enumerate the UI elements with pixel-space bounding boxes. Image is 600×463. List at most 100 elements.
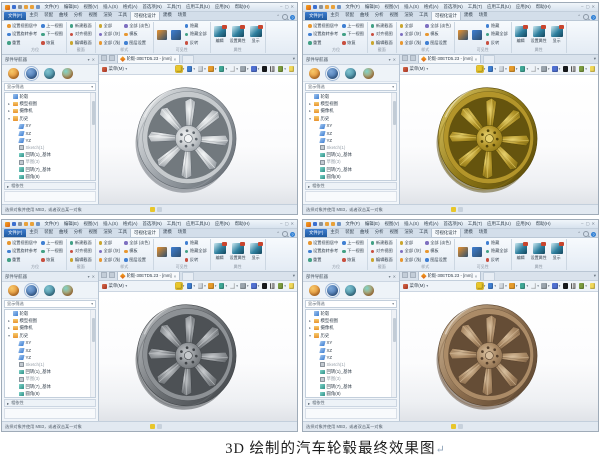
hide-icon[interactable] xyxy=(170,29,181,40)
ribbon-tab[interactable]: 建模 xyxy=(461,229,476,236)
tree-item[interactable]: XY xyxy=(306,122,396,129)
print-icon[interactable] xyxy=(319,222,323,226)
ribbon-tab[interactable]: 主页 xyxy=(26,229,41,236)
expander-icon[interactable]: ▾ xyxy=(7,117,11,121)
dependencies-section[interactable]: ▸ 相依性 xyxy=(4,182,96,190)
minimize-button[interactable]: ‒ xyxy=(280,3,282,11)
background-black-icon[interactable] xyxy=(562,66,569,72)
ribbon-button[interactable]: 隐藏全部 xyxy=(485,248,508,254)
expander-icon[interactable]: ▸ xyxy=(7,109,11,113)
ribbon-button[interactable]: 设置视图居中 xyxy=(7,240,37,246)
file-tab[interactable]: 文件(F) xyxy=(305,12,328,20)
help-icon[interactable]: ? xyxy=(591,14,596,20)
layout-icon[interactable]: ▾ xyxy=(530,66,539,72)
wheel-svg[interactable] xyxy=(424,293,555,418)
ribbon-tab[interactable]: 可视化设计 xyxy=(129,12,160,20)
ribbon-button[interactable]: 全部 (灰) xyxy=(399,248,421,254)
ribbon-big-button[interactable]: 编辑 xyxy=(514,24,528,44)
ribbon-button[interactable]: 上一视图 xyxy=(41,240,63,246)
print-icon[interactable] xyxy=(18,5,22,9)
document-tab[interactable]: 轮毂-30ETD5.23 - [mm] × xyxy=(117,271,181,280)
tree-item[interactable]: YZ xyxy=(306,137,396,144)
ribbon-button[interactable]: 设置旋转参考 xyxy=(7,31,37,37)
redo-icon[interactable] xyxy=(331,5,335,9)
tab-scroll-right-icon[interactable] xyxy=(109,55,115,61)
file-tab[interactable]: 文件(F) xyxy=(4,12,27,20)
ribbon-big-button[interactable]: 显示 xyxy=(550,241,564,261)
tree-item[interactable]: ▾ 历史 xyxy=(306,115,396,122)
ribbon-button[interactable]: 对齐视图 xyxy=(69,248,92,254)
tree-item[interactable]: 轮毂 xyxy=(306,93,396,100)
history-browser-icon[interactable] xyxy=(309,67,320,79)
tree-item[interactable]: XY xyxy=(5,122,95,129)
tree-item[interactable]: 回转(1)_基体 xyxy=(5,368,95,375)
ribbon-button[interactable]: 新建截面 xyxy=(370,23,393,29)
menu-item[interactable]: 格式(A) xyxy=(424,3,439,11)
ribbon-big-button[interactable]: 显示 xyxy=(550,24,564,44)
tab-scroll-right-icon[interactable] xyxy=(109,272,115,278)
ribbon-button[interactable]: 下一视图 xyxy=(41,248,63,254)
orient-view-icon[interactable]: ▾ xyxy=(186,283,195,289)
undo-icon[interactable] xyxy=(325,222,329,226)
print-icon[interactable] xyxy=(319,5,323,9)
tree-item[interactable]: YZ xyxy=(5,354,95,361)
ribbon-button[interactable]: 新建截面 xyxy=(69,240,92,246)
maximize-button[interactable]: ▢ xyxy=(285,3,289,11)
tree-item[interactable]: ▸ 摄像机 xyxy=(306,108,396,115)
assembly-navigator-icon[interactable] xyxy=(325,65,340,81)
tree-item[interactable]: 回转(7)_基体 xyxy=(5,383,95,390)
menu-item[interactable]: 应用工具(U) xyxy=(186,3,210,11)
tree-item[interactable]: 轮毂 xyxy=(5,93,95,100)
tree-item[interactable]: 回转(1)_基体 xyxy=(306,151,396,158)
display-filter-dropdown[interactable]: 显示筛选 ▾ xyxy=(4,83,96,91)
close-button[interactable]: ✕ xyxy=(591,3,595,11)
ribbon-tab[interactable]: 分析 xyxy=(71,229,86,236)
new-tab-stub[interactable] xyxy=(483,55,496,63)
window-display-icon[interactable]: ▾ xyxy=(498,66,507,72)
display-filter-dropdown[interactable]: 显示筛选 ▾ xyxy=(305,83,397,91)
tree-item[interactable]: 圆角(8) xyxy=(306,173,396,180)
rendering-style-icon[interactable]: ▾ xyxy=(218,66,227,72)
menu-item[interactable]: 插入(S) xyxy=(103,220,118,228)
ribbon-tab[interactable]: 装配 xyxy=(342,229,357,236)
tree-item[interactable]: XZ xyxy=(5,346,95,353)
collapse-ribbon-icon[interactable]: ⌃ xyxy=(276,231,280,237)
menu-button[interactable]: 菜单(M) ▾ xyxy=(403,66,428,72)
snap-point-icon[interactable]: ▾ xyxy=(476,65,485,73)
ribbon-button[interactable]: 隐藏 xyxy=(485,240,508,246)
viewport-canvas[interactable] xyxy=(400,292,598,421)
ribbon-button[interactable]: 上一视图 xyxy=(342,23,364,29)
background-striped-icon[interactable] xyxy=(269,283,276,289)
ribbon-button[interactable]: 全部 xyxy=(98,23,121,29)
redo-icon[interactable] xyxy=(30,5,34,9)
tree-item[interactable]: 回转(1)_基体 xyxy=(5,151,95,158)
ribbon-big-button[interactable]: 编辑 xyxy=(514,241,528,261)
window-display-icon[interactable]: ▾ xyxy=(197,283,206,289)
document-tab[interactable]: 轮毂-30ETD5.23 - [mm] × xyxy=(418,54,482,63)
ribbon-big-button[interactable]: 编辑 xyxy=(213,24,227,44)
menu-item[interactable]: 编辑(E) xyxy=(365,3,380,11)
menu-button[interactable]: 菜单(M) ▾ xyxy=(102,283,127,289)
tree-item[interactable]: XY xyxy=(306,339,396,346)
tab-overflow-icon[interactable]: ▾ xyxy=(594,56,596,62)
expander-icon[interactable]: ▾ xyxy=(308,334,312,338)
datum-display-icon[interactable]: ▾ xyxy=(552,66,560,72)
ribbon-big-button[interactable]: 设置属性 xyxy=(230,241,246,261)
tree-item[interactable]: 草图(3) xyxy=(5,159,95,166)
tree-item[interactable]: 回转(7)_基体 xyxy=(5,166,95,173)
tree-item[interactable]: ▸ 模型视图 xyxy=(5,317,95,324)
panel-menu-icon[interactable]: ▾ xyxy=(389,57,391,62)
ribbon-button[interactable]: 对齐视图 xyxy=(69,31,92,37)
datum-display-icon[interactable]: ▾ xyxy=(251,66,259,72)
ribbon-button[interactable]: 图层设置 xyxy=(124,257,150,263)
hide-icon[interactable] xyxy=(471,246,482,257)
show-icon[interactable] xyxy=(156,29,167,40)
expander-icon[interactable]: ▸ xyxy=(308,319,312,323)
tree-item[interactable]: 圆角(8) xyxy=(5,173,95,180)
ribbon-button[interactable]: 隐藏 xyxy=(485,23,508,29)
ribbon-tab[interactable]: 工具 xyxy=(416,229,431,236)
window-display-icon[interactable]: ▾ xyxy=(498,283,507,289)
tree-item[interactable]: ▸ 模型视图 xyxy=(5,100,95,107)
display-filter-dropdown[interactable]: 显示筛选 ▾ xyxy=(4,300,96,308)
dependencies-section[interactable]: ▸ 相依性 xyxy=(4,399,96,407)
